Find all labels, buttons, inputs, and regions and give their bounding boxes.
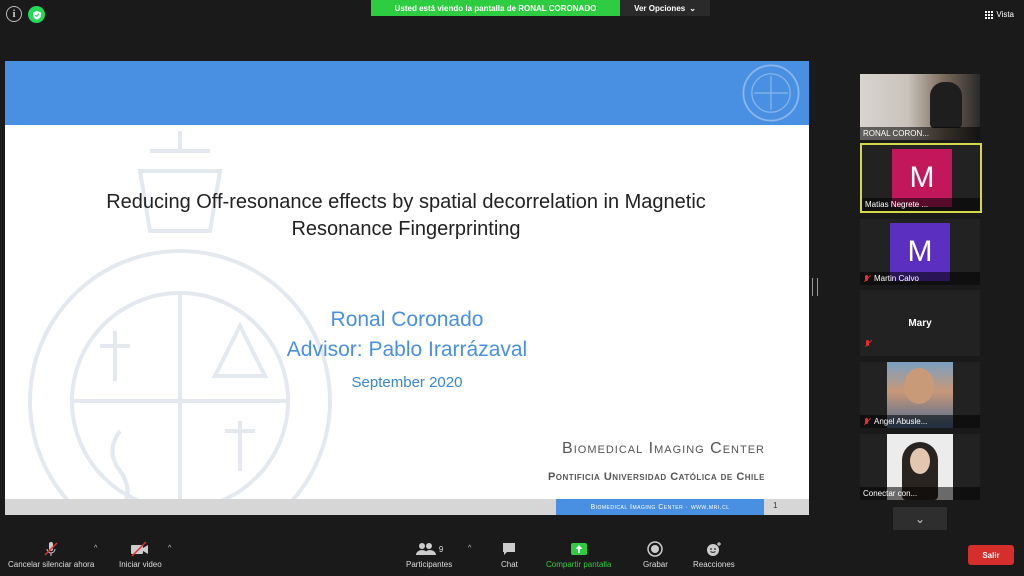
slide-author: Ronal Coronado [330, 308, 484, 331]
participant-tile-ronal[interactable]: RONAL CORON... [860, 74, 980, 140]
record-icon [647, 538, 664, 560]
video-off-icon [130, 538, 150, 560]
chevron-up-icon[interactable]: ^ [468, 545, 471, 552]
share-screen-icon [570, 538, 588, 560]
participant-name: Matias Negrete ... [862, 198, 980, 211]
participant-tile-matias[interactable]: M Matias Negrete ... [860, 143, 982, 213]
share-screen-button[interactable]: Compartir pantalla [546, 538, 611, 569]
participant-tile-mary[interactable]: Mary [860, 290, 980, 356]
participants-label: Participantes [406, 560, 453, 569]
shared-slide: Reducing Off-resonance effects by spatia… [5, 61, 809, 515]
reactions-label: Reacciones [693, 560, 735, 569]
slide-title-line1: Reducing Off-resonance effects by spatia… [106, 191, 706, 213]
center-name: Biomedical Imaging Center [562, 440, 765, 457]
slide-footer-text: Biomedical Imaging Center · www.mri.cl [556, 499, 764, 515]
muted-mic-icon [864, 340, 872, 348]
slide-footer: Biomedical Imaging Center · www.mri.cl 1 [5, 499, 809, 515]
participant-name-row: Martin Calvo [860, 272, 980, 285]
reactions-icon [705, 538, 723, 560]
muted-mic-icon-wrap [864, 335, 872, 353]
participants-icon: 9 [415, 538, 443, 560]
screen-share-banner: Usted está viendo la pantalla de RONAL C… [371, 0, 620, 16]
chevron-down-icon: ⌄ [914, 511, 926, 526]
slide-title-line2: Resonance Fingerprinting [291, 218, 521, 240]
view-button[interactable]: Vista [985, 10, 1014, 19]
slide-title: Reducing Off-resonance effects by spatia… [55, 189, 757, 243]
view-options-label: Ver Opciones [634, 3, 686, 13]
top-left-icons: i [6, 6, 45, 23]
participant-tile-connecting[interactable]: Conectar con... [860, 434, 980, 500]
slide-page-number: 1 [773, 501, 778, 510]
view-options-button[interactable]: Ver Opciones ⌄ [620, 0, 710, 16]
slide-advisor: Advisor: Pablo Irarrázaval [286, 338, 528, 361]
start-video-button[interactable]: Iniciar video [119, 538, 162, 569]
participant-name-row: Angel Abusle... [860, 415, 980, 428]
leave-meeting-button[interactable]: Salir [968, 545, 1014, 565]
chat-icon [501, 538, 517, 560]
chevron-up-icon[interactable]: ^ [94, 545, 97, 552]
participant-name: RONAL CORON... [860, 127, 980, 140]
slide-header-band [5, 61, 809, 125]
reactions-button[interactable]: Reacciones [693, 538, 735, 569]
meeting-toolbar: Cancelar silenciar ahora ^ Iniciar video… [0, 536, 1024, 576]
slide-date: September 2020 [351, 374, 463, 391]
chat-label: Chat [501, 560, 518, 569]
person-face [904, 368, 934, 404]
record-label: Grabar [643, 560, 668, 569]
panel-resize-handle[interactable] [812, 278, 818, 296]
participant-tile-martin[interactable]: M Martin Calvo [860, 219, 980, 285]
participant-name: Angel Abusle... [874, 417, 928, 426]
start-video-label: Iniciar video [119, 560, 162, 569]
chat-button[interactable]: Chat [501, 538, 518, 569]
unmute-button[interactable]: Cancelar silenciar ahora [8, 538, 94, 569]
info-icon[interactable]: i [6, 6, 22, 22]
person-face [910, 448, 930, 474]
participant-name-center: Mary [908, 317, 932, 329]
university-name: Pontificia Universidad Católica de Chile [547, 471, 765, 483]
participant-name: Conectar con... [860, 487, 980, 500]
participants-count: 9 [438, 544, 444, 554]
record-button[interactable]: Grabar [643, 538, 668, 569]
grid-icon [985, 10, 994, 19]
view-label: Vista [996, 10, 1014, 19]
share-screen-label: Compartir pantalla [546, 560, 612, 569]
chevron-up-icon[interactable]: ^ [168, 545, 171, 552]
person-silhouette [930, 82, 962, 128]
muted-mic-icon [43, 538, 59, 560]
muted-mic-icon [863, 274, 871, 283]
chevron-down-icon: ⌄ [689, 3, 696, 13]
scroll-down-button[interactable]: ⌄ [893, 507, 947, 530]
shield-icon[interactable] [28, 6, 45, 23]
participants-button[interactable]: 9 Participantes [406, 538, 452, 569]
participant-tile-angel[interactable]: Angel Abusle... [860, 362, 980, 428]
university-seal-small [742, 64, 800, 122]
unmute-label: Cancelar silenciar ahora [8, 560, 95, 569]
participant-name: Martin Calvo [874, 274, 919, 283]
muted-mic-icon [863, 417, 871, 426]
